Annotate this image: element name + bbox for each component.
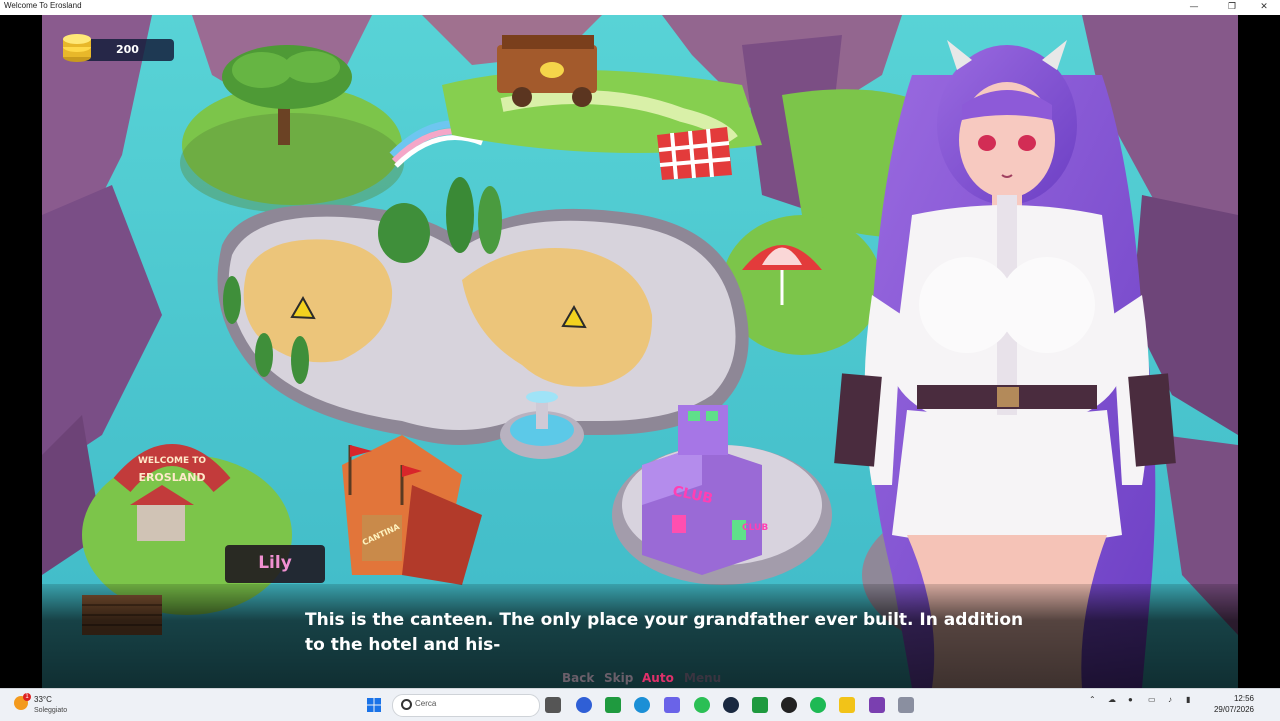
letterbox-right — [1238, 15, 1280, 688]
weather-condition: Soleggiato — [34, 707, 68, 714]
chevron-up-icon[interactable]: ⌃ — [1089, 695, 1096, 704]
discord-icon[interactable] — [664, 697, 680, 713]
close-button[interactable]: ✕ — [1248, 0, 1280, 15]
window-title-bar[interactable]: Welcome To Erosland — ❐ ✕ — [0, 0, 1280, 15]
notes-icon[interactable] — [839, 697, 855, 713]
sign-erosland: EROSLAND — [138, 471, 205, 484]
speaker-name: Lily — [258, 553, 292, 573]
quick-menu: Back Skip Auto Menu — [562, 671, 742, 687]
auto-button[interactable]: Auto — [642, 671, 674, 685]
back-button[interactable]: Back — [562, 671, 594, 685]
notification-badge: 1 — [23, 693, 31, 701]
windows-start-icon[interactable] — [366, 697, 382, 713]
search-placeholder: Cerca — [415, 699, 437, 708]
search-icon — [401, 699, 412, 710]
weather-temp: 33°C — [34, 695, 52, 704]
proton-icon[interactable] — [576, 697, 592, 713]
menu-button[interactable]: Menu — [684, 671, 721, 685]
skip-button[interactable]: Skip — [604, 671, 633, 685]
taskbar-search[interactable]: Cerca — [392, 694, 540, 717]
whatsapp-icon[interactable] — [694, 697, 710, 713]
sign-welcome: WELCOME TO — [138, 456, 206, 466]
onedrive-icon[interactable]: ☁ — [1108, 695, 1116, 704]
maximize-button[interactable]: ❐ — [1216, 0, 1248, 15]
speaker-name-box: Lily — [225, 545, 325, 583]
github-icon[interactable] — [781, 697, 797, 713]
dialogue-line-2: to the hotel and his- — [305, 635, 501, 655]
snipping-icon[interactable] — [898, 697, 914, 713]
coin-amount: 200 — [116, 43, 139, 56]
club-side-sign: CLUB — [742, 523, 768, 533]
app-s-icon[interactable] — [752, 697, 768, 713]
network-icon[interactable]: ▭ — [1148, 695, 1156, 704]
coin-stack-icon — [63, 34, 91, 62]
steam-icon[interactable] — [723, 697, 739, 713]
system-clock[interactable]: 12:56 29/07/2026 — [1206, 693, 1254, 715]
coin-counter: 200 — [60, 31, 174, 63]
letterbox-left — [0, 15, 42, 688]
dialogue-line-1: This is the canteen. The only place your… — [305, 610, 1024, 630]
volume-icon[interactable]: ♪ — [1168, 695, 1172, 704]
taskbar: 1 33°C Soleggiato Cerca ⌃ ☁ ● ▭ ♪ ▮ 12:5… — [0, 688, 1280, 721]
task-view-icon[interactable] — [545, 697, 561, 713]
game-viewport[interactable]: WELCOME TO EROSLAND CANTINA CLUB CLUB 20… — [42, 15, 1238, 688]
spotify-icon[interactable] — [810, 697, 826, 713]
weather-widget[interactable]: 1 33°C Soleggiato — [14, 693, 104, 717]
edge-icon[interactable] — [634, 697, 650, 713]
dialogue-text[interactable]: This is the canteen. The only place your… — [305, 608, 1065, 658]
battery-icon[interactable]: ▮ — [1186, 695, 1190, 704]
window-title: Welcome To Erosland — [4, 1, 82, 10]
mic-icon[interactable]: ● — [1128, 695, 1133, 704]
clock-date: 29/07/2026 — [1213, 705, 1254, 714]
minimize-button[interactable]: — — [1178, 0, 1210, 15]
xbox-icon[interactable] — [605, 697, 621, 713]
game-icon[interactable] — [869, 697, 885, 713]
clock-time: 12:56 — [1233, 694, 1254, 703]
